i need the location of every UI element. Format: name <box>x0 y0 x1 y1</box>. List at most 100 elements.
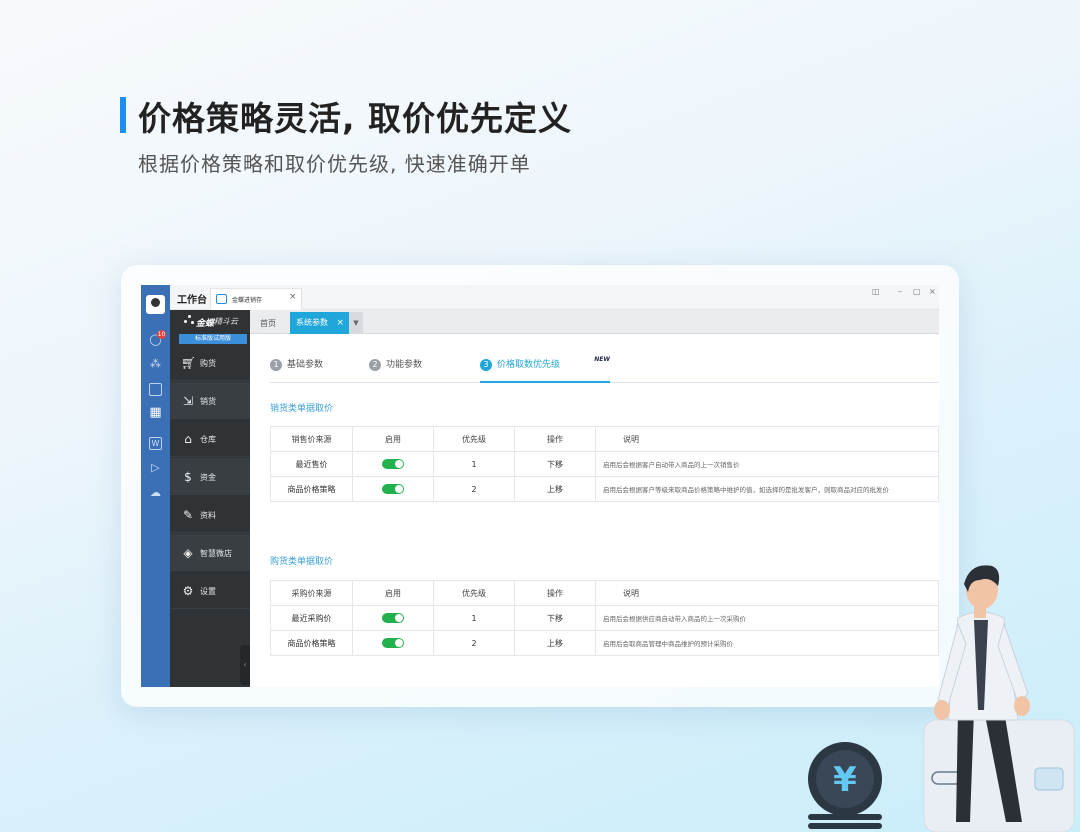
enabled-cell <box>352 630 434 656</box>
tab-home[interactable]: 首页 <box>255 313 281 334</box>
nav-item-label: 资金 <box>200 473 216 482</box>
price-source: 最近采购价 <box>270 605 353 631</box>
nav-item-label: 智慧微店 <box>200 549 232 558</box>
table-row: 最近售价 1 下移 启用后会根据客户自动带入商品的上一次销售价 <box>270 451 939 477</box>
column-header: 操作 <box>514 580 596 606</box>
apps-grid-icon[interactable]: ▦ <box>149 406 162 419</box>
play-icon[interactable]: ▷ <box>149 461 162 474</box>
tab-system-params[interactable]: 系统参数 × <box>290 312 349 334</box>
nav-item-label: 销货 <box>200 397 216 406</box>
app-tab-label: 金蝶进销存 <box>232 297 263 304</box>
workbench-label[interactable]: 工作台 <box>177 291 207 306</box>
avatar[interactable] <box>146 295 165 314</box>
businessman-illustration <box>923 565 1075 832</box>
brand-sub: 精斗云 <box>214 317 238 326</box>
money-icon: $ <box>184 470 192 484</box>
page-tabs: 首页 系统参数 × ▼ <box>250 310 939 334</box>
tab-label: 系统参数 <box>296 318 328 327</box>
tab-dropdown-icon[interactable]: ▼ <box>349 312 363 334</box>
move-down-link[interactable]: 下移 <box>514 451 596 477</box>
brand-name: 金蝶 <box>196 319 215 329</box>
shop-icon: ◈ <box>183 546 193 560</box>
nav-item-funds[interactable]: $ 资金 <box>170 458 250 495</box>
priority: 1 <box>433 605 515 631</box>
nav-item-label: 仓库 <box>200 435 216 444</box>
param-steps: 1 基础参数 2 功能参数 3 价格取数优先级 NEW <box>270 356 939 383</box>
description: 启用后会根据供应商自动带入商品的上一次采购价 <box>595 605 939 631</box>
enabled-cell <box>352 476 434 502</box>
step-label: 基础参数 <box>287 360 324 370</box>
sales-section-title: 销货类单据取价 <box>270 404 334 414</box>
sales-price-table: 销售价来源 启用 优先级 操作 说明 最近售价 1 下移 启用后会根据客户自动带… <box>270 426 939 502</box>
word-icon[interactable]: W <box>149 437 162 450</box>
description: 启用后会根据客户自动带入商品的上一次销售价 <box>595 451 939 477</box>
price-source: 商品价格策略 <box>270 630 353 656</box>
pen-icon: ✎ <box>182 508 194 522</box>
close-tab-icon[interactable]: × <box>289 292 297 302</box>
cloud-icon[interactable]: ☁ <box>149 486 162 499</box>
step-label: 功能参数 <box>386 360 423 370</box>
move-up-link[interactable]: 上移 <box>514 476 596 502</box>
minimize-icon[interactable]: – <box>898 287 902 296</box>
app-window: ◯ 10 ⁂ ▦ W ▷ ☁ 工作台 金蝶进销存 × ◫ – ▢ × 金蝶 精斗… <box>141 285 939 687</box>
headline-accent-bar <box>120 97 126 133</box>
restore-icon[interactable]: ◫ <box>872 287 880 296</box>
nav-item-label: 购货 <box>200 359 216 368</box>
priority: 2 <box>433 476 515 502</box>
enable-toggle[interactable] <box>382 484 404 494</box>
step-label: 价格取数优先级 <box>497 360 561 370</box>
table-header-row: 销售价来源 启用 优先级 操作 说明 <box>270 426 939 452</box>
column-header: 说明 <box>595 426 939 452</box>
enable-toggle[interactable] <box>382 459 404 469</box>
column-header: 说明 <box>595 580 939 606</box>
org-chart-icon[interactable]: ⁂ <box>149 357 162 370</box>
table-row: 商品价格策略 2 上移 启用后会取商品管理中商品维护的预计采购价 <box>270 630 939 656</box>
price-source: 最近售价 <box>270 451 353 477</box>
enable-toggle[interactable] <box>382 613 404 623</box>
table-header-row: 采购价来源 启用 优先级 操作 说明 <box>270 580 939 606</box>
enabled-cell <box>352 451 434 477</box>
enable-toggle[interactable] <box>382 638 404 648</box>
column-header: 操作 <box>514 426 596 452</box>
column-header: 采购价来源 <box>270 580 353 606</box>
table-row: 商品价格策略 2 上移 启用后会根据客户等级来取商品价格策略中维护的值，如选择的… <box>270 476 939 502</box>
step-basic[interactable]: 1 基础参数 <box>270 359 323 383</box>
close-tab-icon[interactable]: × <box>336 312 344 334</box>
cart-icon: 🛒︎ <box>181 356 197 370</box>
nav-item-purchase[interactable]: 🛒︎ 购货 <box>170 344 250 381</box>
move-up-link[interactable]: 上移 <box>514 630 596 656</box>
close-window-icon[interactable]: × <box>929 287 936 296</box>
purchase-price-table: 采购价来源 启用 优先级 操作 说明 最近采购价 1 下移 启用后会根据供应商自… <box>270 580 939 656</box>
nav-item-label: 设置 <box>200 587 216 596</box>
warehouse-icon: ⌂ <box>184 432 192 446</box>
price-source: 商品价格策略 <box>270 476 353 502</box>
app-logo-icon <box>216 294 227 304</box>
step-function[interactable]: 2 功能参数 <box>369 359 422 383</box>
column-header: 销售价来源 <box>270 426 353 452</box>
move-down-link[interactable]: 下移 <box>514 605 596 631</box>
coin-symbol: ¥ <box>833 760 857 800</box>
brand: 金蝶 精斗云 标准版试用版 <box>170 310 250 344</box>
nav-item-shop[interactable]: ◈ 智慧微店 <box>170 534 250 571</box>
gear-icon: ⚙ <box>182 584 194 598</box>
nav-item-label: 资料 <box>200 511 216 520</box>
calendar-icon[interactable] <box>149 383 162 396</box>
step-price-priority[interactable]: 3 价格取数优先级 NEW <box>480 356 610 383</box>
description: 启用后会取商品管理中商品维护的预计采购价 <box>595 630 939 656</box>
nav-item-data[interactable]: ✎ 资料 <box>170 496 250 533</box>
app-tab[interactable]: 金蝶进销存 × <box>210 288 302 310</box>
title-bar: 工作台 金蝶进销存 × ◫ – ▢ × <box>170 285 939 310</box>
collapse-nav-button[interactable]: ‹ <box>240 645 250 685</box>
main-content: 首页 系统参数 × ▼ 1 基础参数 2 功能参数 3 价格取数优先级 NEW 销货类… <box>250 310 939 687</box>
notification-badge: 10 <box>157 330 166 339</box>
column-header: 优先级 <box>433 580 515 606</box>
edition-badge: 标准版试用版 <box>179 334 247 344</box>
nav-item-settings[interactable]: ⚙ 设置 <box>170 572 250 609</box>
column-header: 启用 <box>352 580 434 606</box>
priority: 1 <box>433 451 515 477</box>
step-number: 1 <box>270 359 282 371</box>
nav-item-sales[interactable]: ⇲ 销货 <box>170 382 250 419</box>
step-number: 3 <box>480 359 492 371</box>
maximize-icon[interactable]: ▢ <box>913 287 921 296</box>
nav-item-warehouse[interactable]: ⌂ 仓库 <box>170 420 250 457</box>
